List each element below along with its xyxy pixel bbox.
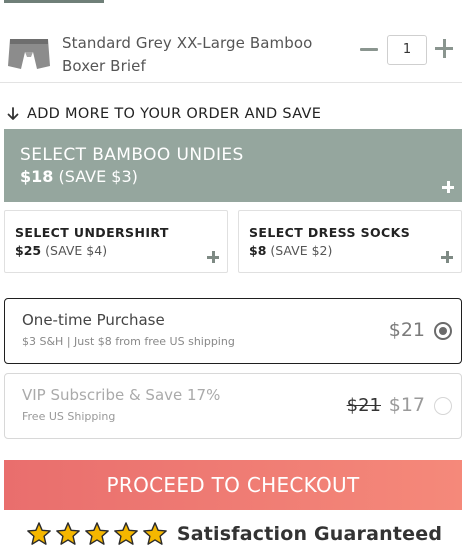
plus-icon bbox=[442, 181, 454, 193]
upsell-savings: (SAVE $4) bbox=[45, 243, 108, 258]
option-title: VIP Subscribe & Save 17% bbox=[22, 386, 221, 404]
divider bbox=[0, 82, 462, 83]
plus-icon bbox=[441, 251, 453, 263]
star-icon bbox=[84, 522, 109, 545]
cart-line-item: Standard Grey XX-Large Bamboo Boxer Brie… bbox=[0, 30, 468, 82]
upsell-savings: (SAVE $2) bbox=[270, 243, 333, 258]
quantity-decrease-button[interactable] bbox=[358, 35, 380, 63]
radio-selected[interactable] bbox=[434, 322, 452, 340]
upsell-price-line: $8 (SAVE $2) bbox=[249, 243, 332, 258]
satisfaction-text: Satisfaction Guaranteed bbox=[176, 523, 443, 545]
upsell-price: $25 bbox=[15, 243, 42, 258]
product-name: Standard Grey XX-Large Bamboo Boxer Brie… bbox=[62, 34, 313, 75]
star-icon bbox=[113, 522, 138, 545]
proceed-to-checkout-button[interactable]: PROCEED TO CHECKOUT bbox=[4, 460, 462, 510]
upsell-heading: ADD MORE TO YOUR ORDER AND SAVE bbox=[6, 106, 321, 122]
star-icon bbox=[55, 522, 80, 545]
upsell-bamboo-undies-card[interactable]: SELECT BAMBOO UNDIES $18 (SAVE $3) bbox=[4, 129, 462, 202]
upsell-heading-text: ADD MORE TO YOUR ORDER AND SAVE bbox=[27, 106, 322, 122]
upsell-dress-socks-card[interactable]: SELECT DRESS SOCKS $8 (SAVE $2) bbox=[238, 210, 462, 273]
rating-stars bbox=[26, 521, 171, 547]
option-subtitle: Free US Shipping bbox=[22, 410, 116, 423]
upsell-price-line: $18 (SAVE $3) bbox=[20, 167, 138, 186]
upsell-title: SELECT DRESS SOCKS bbox=[249, 225, 411, 240]
arrow-down-icon bbox=[7, 107, 19, 120]
upsell-savings: (SAVE $3) bbox=[58, 167, 138, 186]
option-price: $21 bbox=[388, 319, 425, 341]
satisfaction-guarantee: Satisfaction Guaranteed bbox=[0, 519, 468, 549]
upsell-undershirt-card[interactable]: SELECT UNDERSHIRT $25 (SAVE $4) bbox=[4, 210, 228, 273]
option-price: $17 bbox=[388, 394, 425, 416]
vip-subscribe-option[interactable]: VIP Subscribe & Save 17% Free US Shippin… bbox=[4, 373, 462, 439]
quantity-input[interactable]: 1 bbox=[387, 35, 427, 65]
upsell-price-line: $25 (SAVE $4) bbox=[15, 243, 107, 258]
option-title: One-time Purchase bbox=[22, 311, 165, 329]
option-subtitle: $3 S&H | Just $8 from free US shipping bbox=[22, 335, 235, 348]
upsell-price: $8 bbox=[249, 243, 267, 258]
upsell-title: SELECT BAMBOO UNDIES bbox=[20, 145, 244, 165]
active-tab-indicator bbox=[4, 0, 104, 3]
star-icon bbox=[26, 522, 51, 545]
upsell-title: SELECT UNDERSHIRT bbox=[15, 225, 169, 240]
plus-icon bbox=[207, 251, 219, 263]
boxer-brief-icon bbox=[8, 39, 50, 69]
option-original-price: $21 bbox=[346, 395, 381, 416]
quantity-increase-button[interactable] bbox=[433, 35, 455, 63]
one-time-purchase-option[interactable]: One-time Purchase $3 S&H | Just $8 from … bbox=[4, 298, 462, 364]
star-icon bbox=[142, 522, 167, 545]
upsell-price: $18 bbox=[20, 167, 54, 186]
radio-unselected[interactable] bbox=[434, 397, 452, 415]
